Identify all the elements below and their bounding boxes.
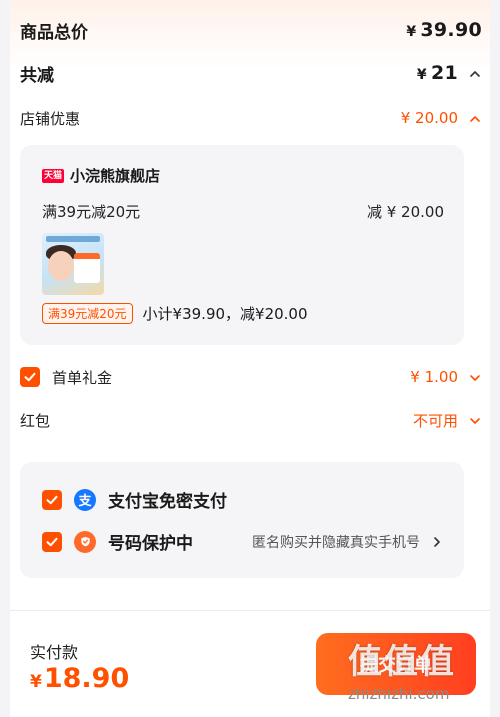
shop-discount-value-wrap: ¥ 20.00	[401, 109, 482, 127]
chevron-down-icon[interactable]	[468, 371, 482, 385]
product-face	[48, 251, 74, 281]
promo-text: 满39元减20元	[42, 203, 141, 221]
shop-discount-value: ¥ 20.00	[400, 109, 458, 127]
gift-row[interactable]: 首单礼金 ¥ 1.00	[20, 364, 482, 390]
total-value: 39.90	[420, 19, 482, 41]
total-label: 商品总价	[20, 22, 88, 43]
check-icon[interactable]	[42, 489, 62, 510]
shop-discount-label: 店铺优惠	[20, 109, 81, 128]
redpacket-value-wrap: 不可用	[413, 410, 482, 431]
tmall-badge: 天猫	[42, 168, 65, 183]
alipay-label: 支付宝免密支付	[108, 492, 227, 512]
total-row: 商品总价 ¥39.90	[20, 14, 482, 46]
chevron-up-icon[interactable]	[468, 112, 482, 126]
privacy-row[interactable]: 号码保护中 匿名购买并隐藏真实手机号	[42, 529, 444, 554]
privacy-label: 号码保护中	[108, 534, 193, 554]
redpacket-value: 不可用	[412, 411, 458, 430]
reduce-row[interactable]: 共减 ¥21	[20, 58, 482, 88]
alipay-left: 支 支付宝免密支付	[42, 487, 227, 512]
shop-card: 天猫 小浣熊旗舰店 满39元减20元 减 ¥ 20.00 满39元减20元 小计…	[20, 145, 464, 345]
reduce-label: 共减	[20, 65, 54, 86]
alipay-row[interactable]: 支 支付宝免密支付	[42, 487, 444, 512]
product-thumbnail[interactable]	[42, 233, 104, 295]
paid-currency: ¥	[30, 672, 42, 692]
reduce-currency: ¥	[416, 67, 427, 83]
gift-label: 首单礼金	[52, 368, 113, 387]
reduce-value: 21	[430, 62, 458, 84]
gift-value: ¥ 1.00	[410, 368, 458, 386]
payment-card: 支 支付宝免密支付 号码保护中 匿名购买并隐藏真实手机号	[20, 462, 464, 578]
privacy-hint-wrap: 匿名购买并隐藏真实手机号	[252, 532, 444, 552]
chevron-right-icon[interactable]	[430, 535, 444, 549]
check-icon[interactable]	[42, 531, 62, 552]
product-banner	[46, 236, 100, 242]
shop-header[interactable]: 天猫 小浣熊旗舰店	[42, 165, 160, 186]
privacy-left: 号码保护中	[42, 529, 193, 554]
shop-discount-row[interactable]: 店铺优惠 ¥ 20.00	[20, 104, 482, 132]
submit-order-button[interactable]: 提交订单	[316, 633, 476, 695]
shield-icon	[74, 530, 96, 553]
product-box	[74, 253, 100, 283]
total-price: ¥39.90	[406, 19, 482, 41]
privacy-hint: 匿名购买并隐藏真实手机号	[252, 534, 420, 551]
gift-value-wrap: ¥ 1.00	[410, 368, 482, 386]
redpacket-row[interactable]: 红包 不可用	[20, 406, 482, 434]
paid-value: 18.90	[43, 663, 130, 694]
subtotal-text: 小计¥39.90，减¥20.00	[142, 305, 308, 323]
shop-name: 小浣熊旗舰店	[70, 167, 161, 185]
subtotal-line: 满39元减20元 小计¥39.90，减¥20.00	[42, 303, 308, 324]
chevron-down-icon[interactable]	[468, 414, 482, 428]
paid-amount: ¥18.90	[30, 663, 129, 694]
promo-line: 满39元减20元 减 ¥ 20.00	[42, 201, 444, 222]
promo-tag: 满39元减20元	[42, 303, 133, 324]
chevron-up-icon[interactable]	[468, 67, 482, 81]
redpacket-label: 红包	[20, 411, 51, 430]
alipay-icon: 支	[74, 488, 96, 511]
promo-reduce: 减 ¥ 20.00	[366, 203, 444, 221]
gift-left: 首单礼金	[20, 367, 112, 388]
reduce-price: ¥21	[417, 62, 482, 84]
bottom-bar: 实付款 ¥18.90 提交订单	[10, 610, 490, 717]
check-icon[interactable]	[20, 367, 40, 387]
paid-label: 实付款	[30, 643, 79, 662]
total-currency: ¥	[406, 24, 417, 40]
